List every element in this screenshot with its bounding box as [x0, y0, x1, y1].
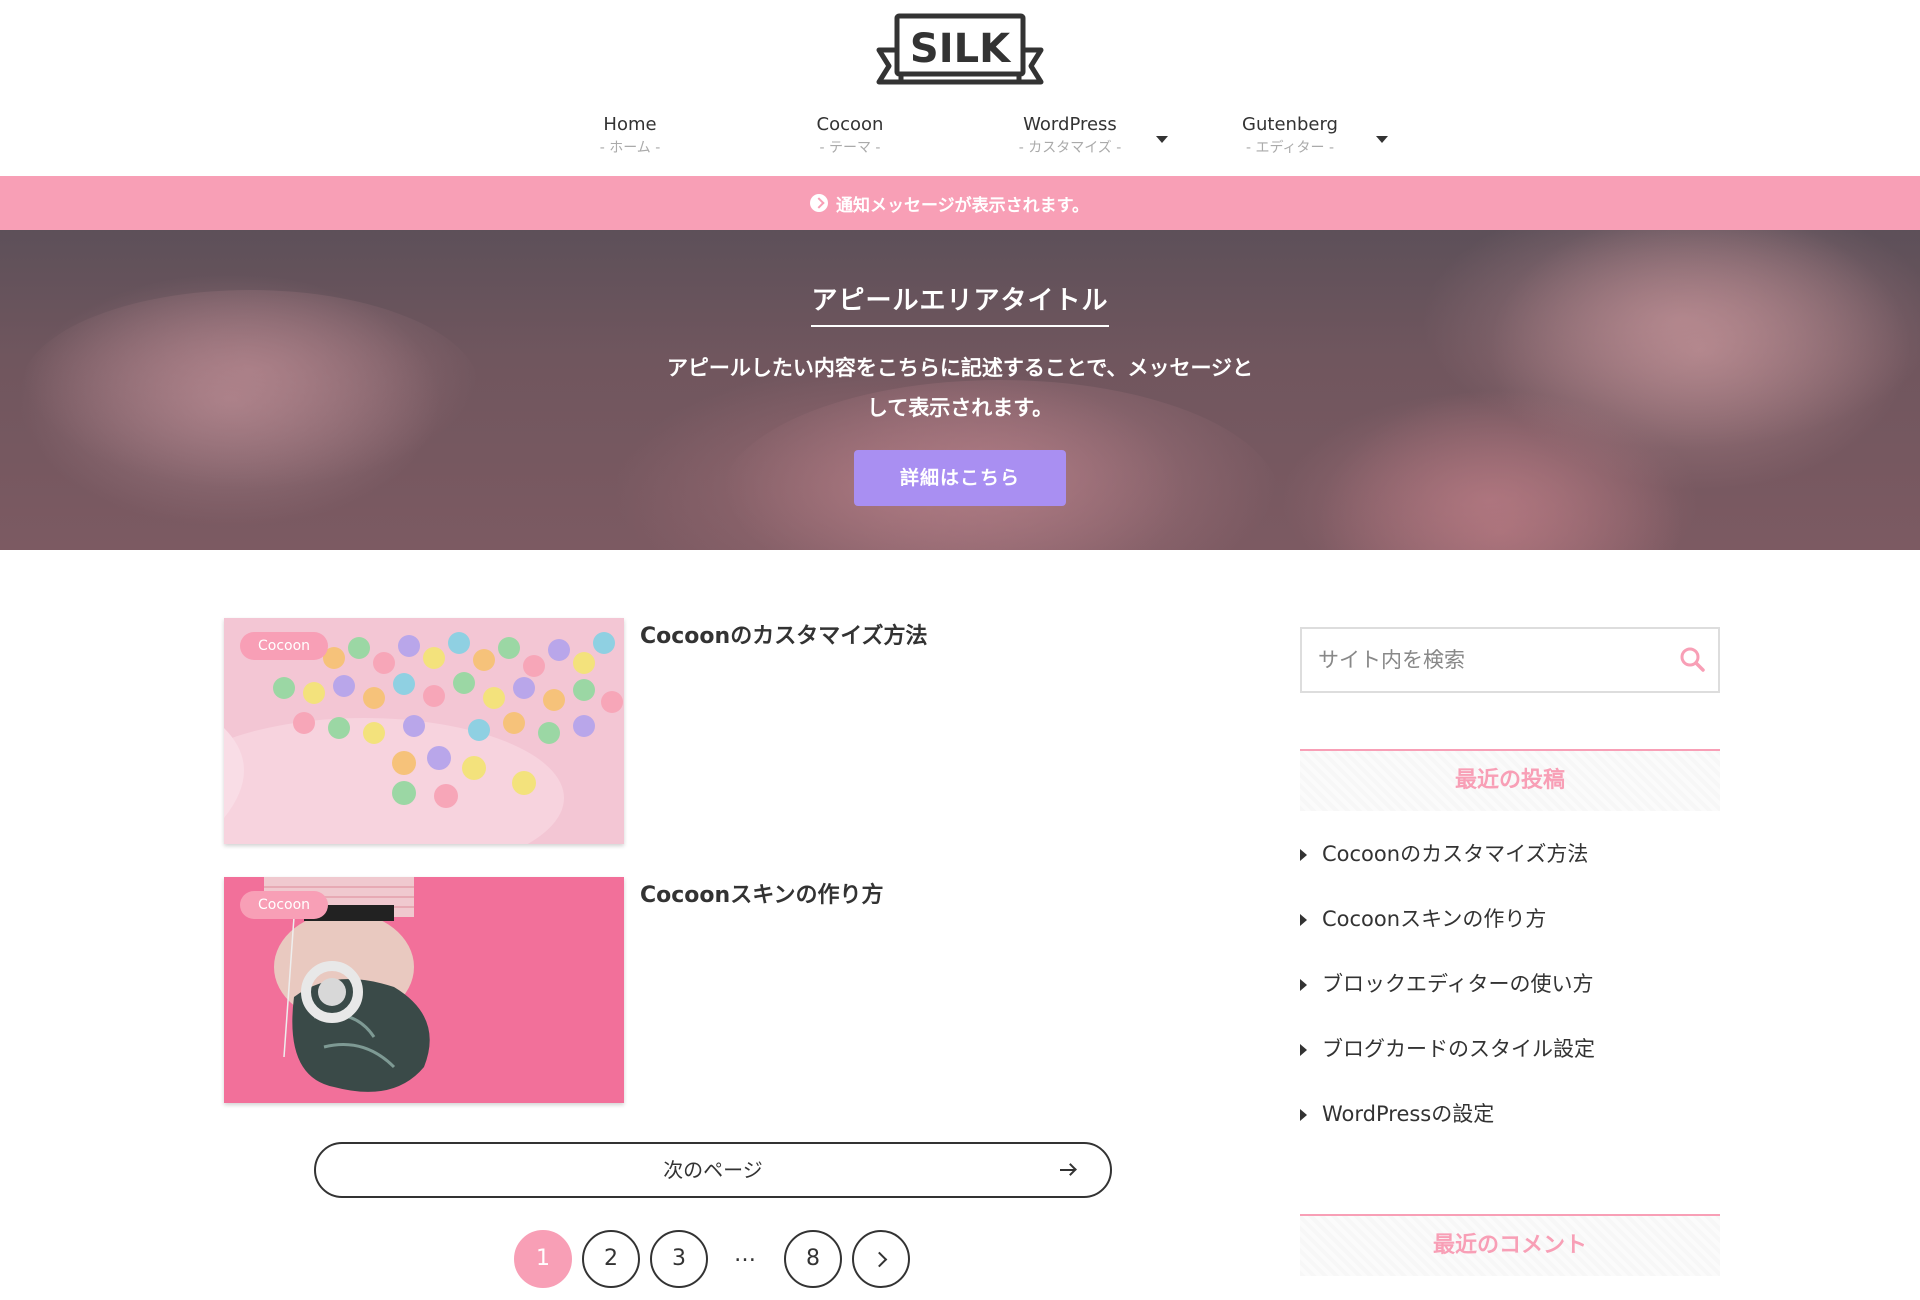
notice-text: 通知メッセージが表示されます。 — [836, 195, 1089, 216]
logo-text: SILK — [910, 26, 1012, 72]
caret-right-icon — [1300, 914, 1307, 926]
page-number[interactable]: 2 — [582, 1230, 640, 1288]
chevron-down-icon[interactable] — [1156, 136, 1168, 143]
appeal-title: アピールエリアタイトル — [811, 280, 1109, 327]
recent-post-link[interactable]: ブロックエディターの使い方 — [1300, 970, 1720, 1035]
page-number[interactable]: 8 — [784, 1230, 842, 1288]
appeal-details-button[interactable]: 詳細はこちら — [854, 450, 1066, 506]
caret-right-icon — [1300, 849, 1307, 861]
chevron-right-icon[interactable] — [852, 1230, 910, 1288]
nav-item-home[interactable]: Home - ホーム - — [540, 112, 720, 158]
recent-post-link[interactable]: Cocoonのカスタマイズ方法 — [1300, 840, 1720, 905]
caret-right-icon — [1300, 979, 1307, 991]
search-input[interactable] — [1302, 629, 1662, 691]
recent-post-title: WordPressの設定 — [1322, 1102, 1495, 1126]
search-icon[interactable] — [1678, 645, 1708, 675]
appeal-message-line: アピールしたい内容をこちらに記述することで、メッセージと — [666, 356, 1254, 380]
post-thumbnail[interactable]: Cocoon — [224, 877, 624, 1103]
nav-item-wordpress[interactable]: WordPress - カスタマイズ - — [980, 112, 1160, 158]
nav-label: Home — [603, 114, 657, 135]
recent-posts-list: Cocoonのカスタマイズ方法 Cocoonスキンの作り方 ブロックエディターの… — [1300, 840, 1720, 1165]
nav-label: Cocoon — [816, 114, 884, 135]
appeal-message: アピールしたい内容をこちらに記述することで、メッセージと して表示されます。 — [640, 348, 1280, 428]
recent-post-link[interactable]: WordPressの設定 — [1300, 1100, 1720, 1165]
arrow-right-icon — [1060, 1169, 1074, 1171]
search-box — [1300, 627, 1720, 693]
nav-label: WordPress — [1023, 114, 1117, 135]
post-card[interactable]: Cocoon Cocoonのカスタマイズ方法 — [224, 618, 1024, 844]
recent-comments-title: 最近のコメント — [1300, 1214, 1720, 1276]
category-label[interactable]: Cocoon — [240, 632, 329, 660]
chevron-down-icon[interactable] — [1376, 136, 1388, 143]
page-number-current[interactable]: 1 — [514, 1230, 572, 1288]
recent-post-title: ブログカードのスタイル設定 — [1322, 1037, 1595, 1061]
nav-sublabel: - エディター - — [1245, 140, 1335, 156]
appeal-message-line: して表示されます。 — [866, 396, 1054, 420]
recent-post-title: Cocoonスキンの作り方 — [1322, 907, 1547, 931]
page-number[interactable]: 3 — [650, 1230, 708, 1288]
nav-sublabel: - カスタマイズ - — [1018, 140, 1122, 156]
appeal-area: アピールエリアタイトル アピールしたい内容をこちらに記述することで、メッセージと… — [0, 230, 1920, 550]
global-nav: Home - ホーム - Cocoon - テーマ - WordPress - … — [0, 112, 1920, 172]
nav-label: Gutenberg — [1242, 114, 1338, 135]
category-label[interactable]: Cocoon — [240, 891, 329, 919]
recent-post-title: ブロックエディターの使い方 — [1322, 972, 1594, 996]
post-card[interactable]: Cocoon Cocoonスキンの作り方 — [224, 877, 1024, 1103]
nav-item-cocoon[interactable]: Cocoon - テーマ - — [760, 112, 940, 158]
recent-posts-title: 最近の投稿 — [1300, 749, 1720, 811]
recent-post-link[interactable]: Cocoonスキンの作り方 — [1300, 905, 1720, 970]
post-title[interactable]: Cocoonのカスタマイズ方法 — [640, 618, 928, 650]
next-page-button[interactable]: 次のページ — [314, 1142, 1112, 1198]
caret-right-icon — [1300, 1109, 1307, 1121]
nav-sublabel: - ホーム - — [599, 140, 661, 156]
next-page-label: 次のページ — [663, 1158, 763, 1182]
site-logo[interactable]: SILK — [875, 12, 1045, 88]
notice-bar[interactable]: 通知メッセージが表示されます。 — [0, 176, 1920, 230]
nav-sublabel: - テーマ - — [819, 140, 881, 156]
site-header: SILK Home - ホーム - Cocoon - テーマ - WordPre… — [0, 0, 1920, 176]
post-thumbnail[interactable]: Cocoon — [224, 618, 624, 844]
caret-right-icon — [1300, 1044, 1307, 1056]
recent-post-title: Cocoonのカスタマイズ方法 — [1322, 842, 1589, 866]
arrow-circle-right-icon — [810, 194, 828, 212]
pagination: 1 2 3 … 8 — [514, 1230, 914, 1288]
page-ellipsis: … — [734, 1242, 756, 1267]
nav-item-gutenberg[interactable]: Gutenberg - エディター - — [1200, 112, 1380, 158]
post-title[interactable]: Cocoonスキンの作り方 — [640, 877, 884, 909]
recent-post-link[interactable]: ブログカードのスタイル設定 — [1300, 1035, 1720, 1100]
